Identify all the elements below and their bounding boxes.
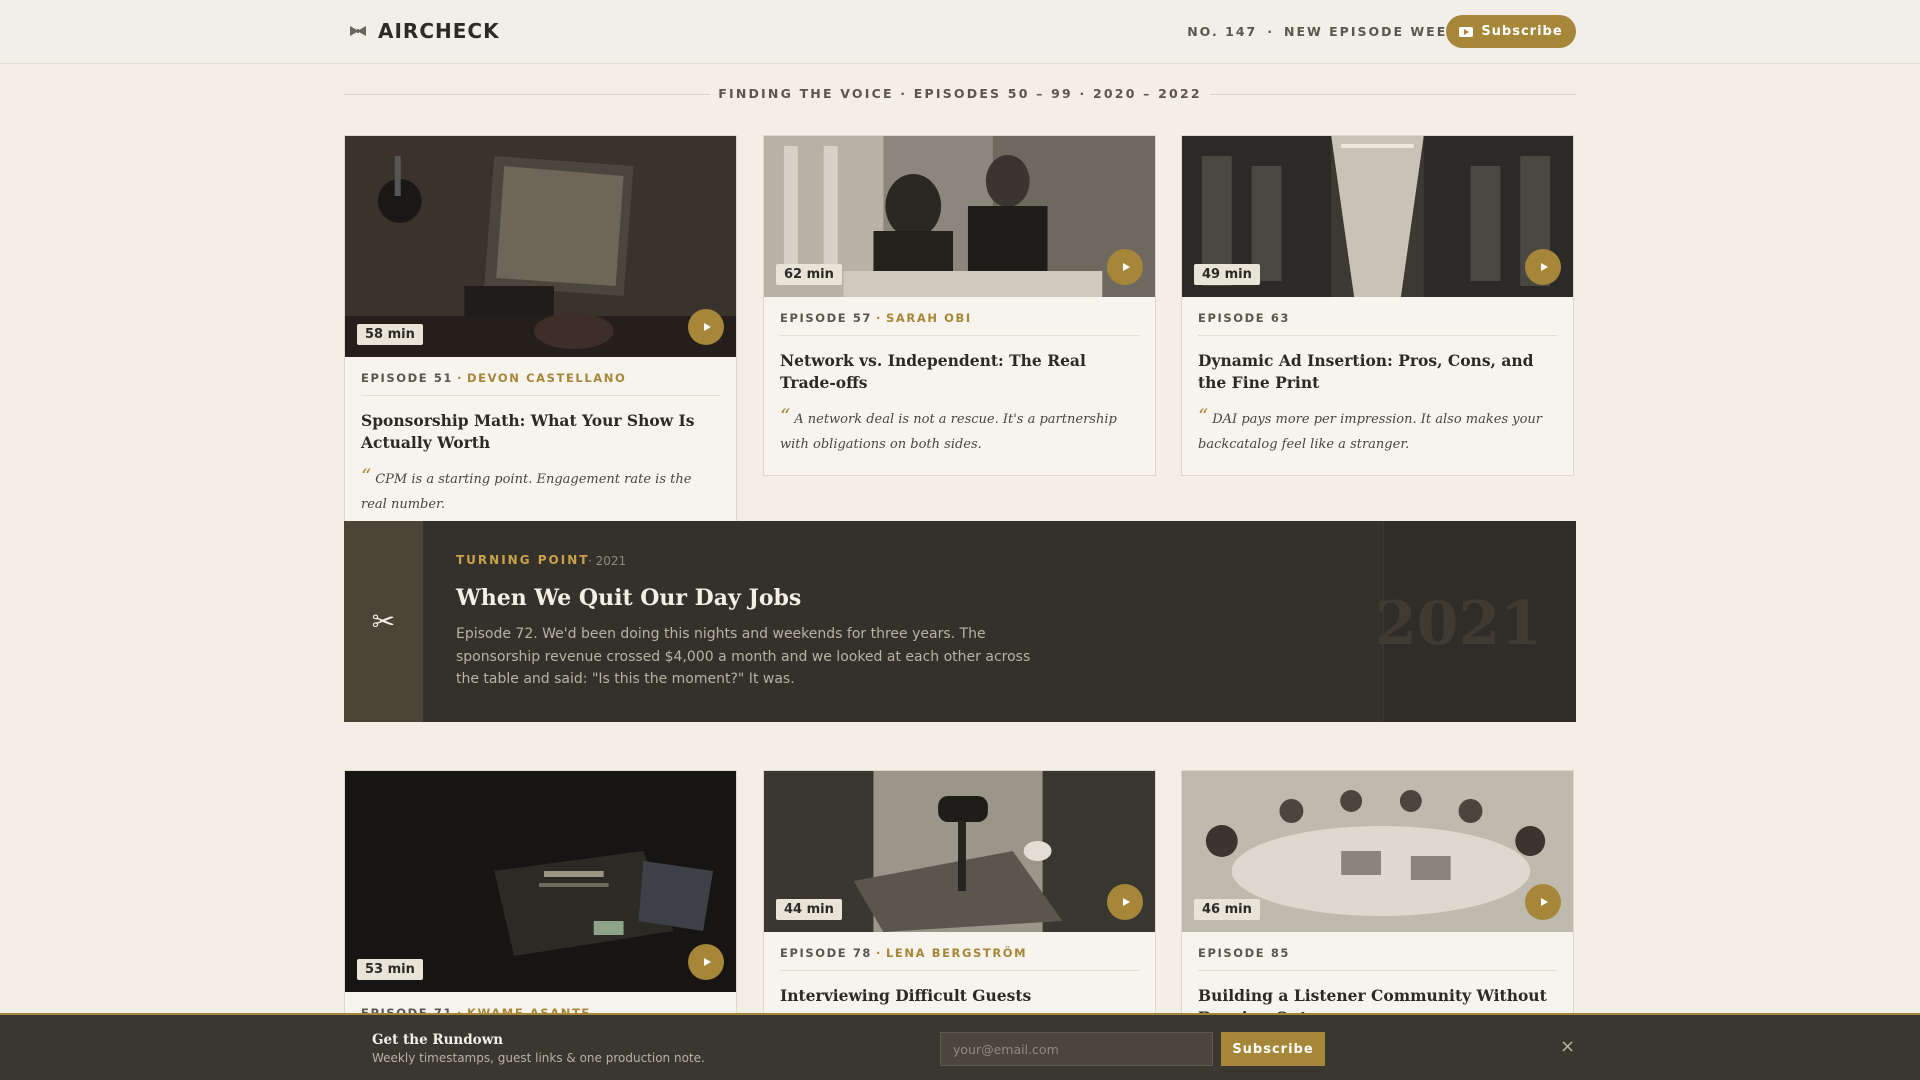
newsletter-title: Get the Rundown (372, 1032, 504, 1048)
play-button[interactable] (1525, 249, 1561, 285)
issue-meta: NO. 147 · NEW EPISODE WEEKLY (1187, 24, 1478, 39)
newsletter-subtitle: Weekly timestamps, guest links & one pro… (372, 1051, 705, 1065)
play-button[interactable] (1525, 884, 1561, 920)
email-input[interactable] (940, 1032, 1213, 1066)
episode-title[interactable]: Interviewing Difficult Guests (780, 985, 1139, 1007)
duration-badge: 49 min (1194, 264, 1260, 285)
episode-card[interactable]: 62 min EPISODE 57 · SARAH OBI Network vs. … (763, 135, 1156, 476)
subscribe-button[interactable]: Subscribe (1446, 15, 1576, 48)
episode-thumbnail: 62 min (764, 136, 1155, 297)
episode-host[interactable]: DEVON CASTELLANO (467, 371, 626, 385)
episode-number: EPISODE 78 (780, 946, 873, 960)
episode-card[interactable]: 49 min EPISODE 63 Dynamic Ad Insertion: … (1181, 135, 1574, 476)
episode-host[interactable]: SARAH OBI (886, 311, 972, 325)
divider (1210, 94, 1576, 95)
episode-meta: EPISODE 51 · DEVON CASTELLANO (361, 371, 720, 396)
episode-card[interactable]: 58 min EPISODE 51 · DEVON CASTELLANO Spons… (344, 135, 737, 536)
turning-point-description: Episode 72. We'd been doing this nights … (456, 626, 1031, 687)
subscribe-label: Subscribe (1481, 24, 1563, 39)
duration-badge: 44 min (776, 899, 842, 920)
episode-number: EPISODE 51 (361, 371, 454, 385)
newsletter-subscribe-button[interactable]: Subscribe (1221, 1032, 1325, 1066)
episode-quote: “CPM is a starting point. Engagement rat… (361, 464, 720, 517)
episode-meta: EPISODE 63 (1198, 311, 1557, 336)
episode-number: EPISODE 63 (1198, 311, 1291, 325)
meta-separator: · (876, 311, 882, 325)
episode-number: EPISODE 85 (1198, 946, 1291, 960)
newsletter-bar: Get the Rundown Weekly timestamps, guest… (0, 1013, 1920, 1080)
play-button[interactable] (688, 309, 724, 345)
episode-title[interactable]: Sponsorship Math: What Your Show Is Actu… (361, 410, 720, 454)
quote-mark-icon: “ (1198, 404, 1209, 428)
big-year: 2021 (1375, 589, 1542, 659)
section-heading: FINDING THE VOICE · EPISODES 50 – 99 · 2… (344, 84, 1576, 104)
issue-number: NO. 147 (1187, 24, 1258, 39)
play-button[interactable] (1107, 249, 1143, 285)
quote-mark-icon: “ (361, 464, 372, 488)
quote-mark-icon: “ (780, 404, 791, 428)
episode-meta: EPISODE 85 (1198, 946, 1557, 971)
episode-thumbnail: 44 min (764, 771, 1155, 932)
turning-point-tag: TURNING POINT (456, 553, 590, 567)
meta-separator: · (1267, 24, 1274, 39)
duration-badge: 46 min (1194, 899, 1260, 920)
brand-name: AIRCHECK (378, 19, 500, 43)
turning-point-banner[interactable]: ✂ TURNING POINT · 2021 When We Quit Our … (344, 521, 1576, 722)
episode-quote: “A network deal is not a rescue. It's a … (780, 404, 1139, 457)
top-bar: AIRCHECK NO. 147 · NEW EPISODE WEEKLY Subs… (0, 0, 1920, 64)
meta-separator: · (876, 946, 882, 960)
episode-card[interactable]: 44 min EPISODE 78 · LENA BERGSTRÖM Intervi… (763, 770, 1156, 1036)
episode-host[interactable]: LENA BERGSTRÖM (886, 946, 1027, 960)
episode-title[interactable]: Network vs. Independent: The Real Trade-… (780, 350, 1139, 394)
duration-badge: 62 min (776, 264, 842, 285)
episode-thumbnail: 49 min (1182, 136, 1573, 297)
turning-point-year: · 2021 (588, 554, 627, 568)
episode-quote: “DAI pays more per impression. It also m… (1198, 404, 1557, 457)
quote-text: A network deal is not a rescue. It's a p… (780, 412, 1117, 452)
play-button[interactable] (688, 944, 724, 980)
scissors-icon: ✂ (344, 521, 423, 722)
quote-text: DAI pays more per impression. It also ma… (1198, 412, 1543, 452)
episode-meta: EPISODE 78 · LENA BERGSTRÖM (780, 946, 1139, 971)
play-button[interactable] (1107, 884, 1143, 920)
duration-badge: 58 min (357, 324, 423, 345)
close-icon[interactable]: × (1560, 1036, 1575, 1057)
episode-title[interactable]: Dynamic Ad Insertion: Pros, Cons, and th… (1198, 350, 1557, 394)
duration-badge: 53 min (357, 959, 423, 980)
episode-thumbnail: 53 min (345, 771, 736, 992)
episode-number: EPISODE 57 (780, 311, 873, 325)
episode-thumbnail: 46 min (1182, 771, 1573, 932)
mic-logo-icon (350, 26, 366, 36)
quote-text: CPM is a starting point. Engagement rate… (361, 472, 692, 512)
episode-meta: EPISODE 57 · SARAH OBI (780, 311, 1139, 336)
turning-point-title[interactable]: When We Quit Our Day Jobs (456, 585, 801, 611)
meta-separator: · (457, 371, 463, 385)
brand[interactable]: AIRCHECK (350, 19, 500, 43)
youtube-icon (1459, 26, 1474, 37)
episode-thumbnail: 58 min (345, 136, 736, 357)
